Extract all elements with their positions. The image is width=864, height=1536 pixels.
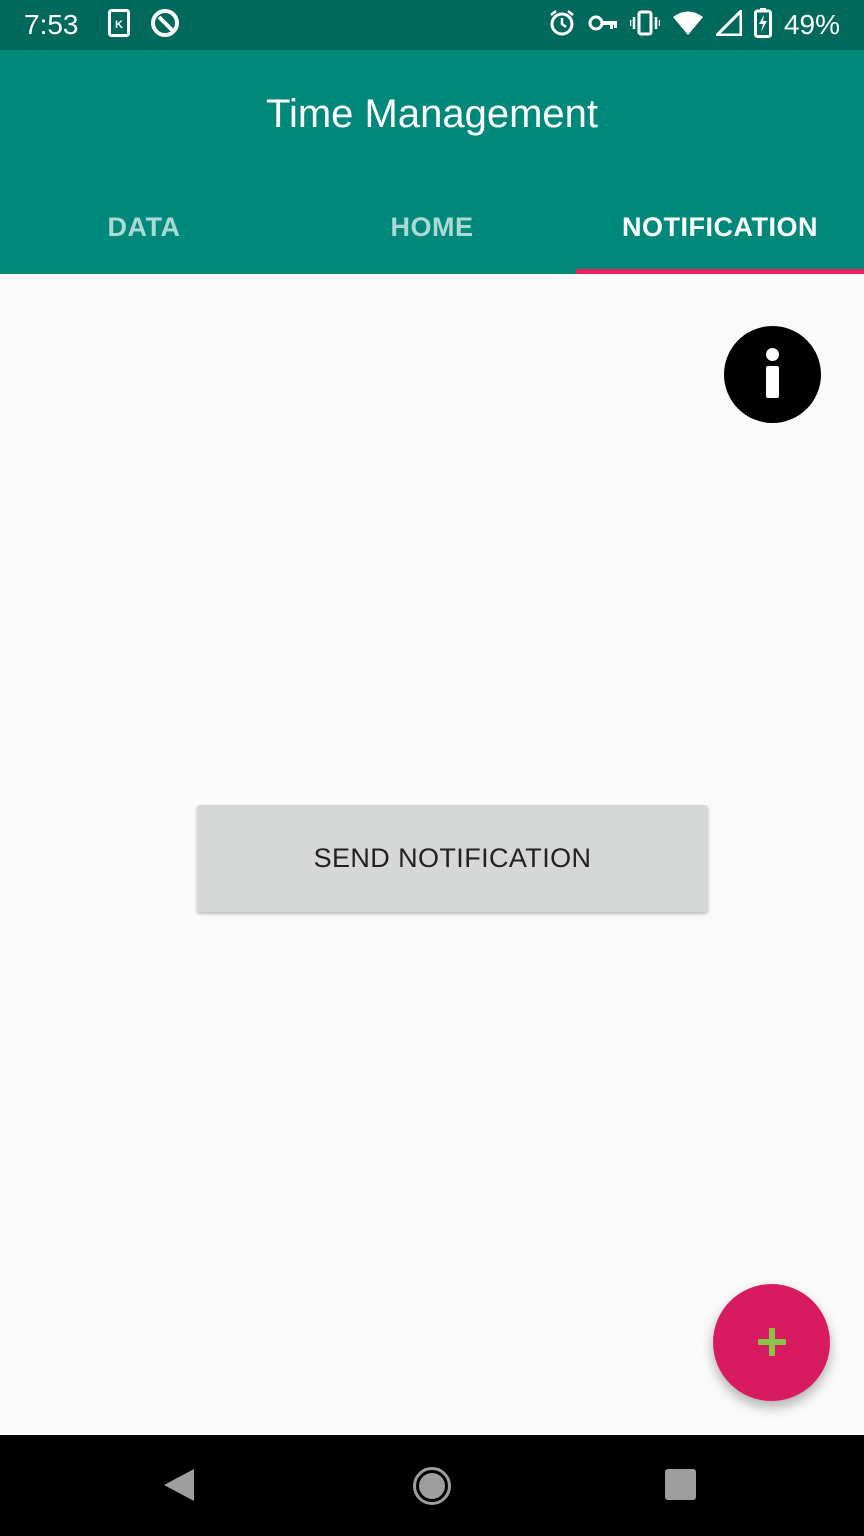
tab-notification-label: NOTIFICATION — [622, 212, 818, 242]
back-icon[interactable] — [162, 1467, 196, 1508]
svg-text:K: K — [115, 19, 123, 31]
wifi-icon — [672, 10, 704, 41]
info-icon-dot — [766, 348, 779, 361]
tab-home[interactable]: HOME — [288, 196, 576, 274]
send-notification-button[interactable]: SEND NOTIFICATION — [197, 805, 708, 912]
navigation-bar — [0, 1435, 864, 1536]
add-fab-button[interactable] — [713, 1284, 830, 1401]
recents-icon[interactable] — [665, 1469, 696, 1500]
status-bar: 7:53 K 49% — [0, 0, 864, 50]
alarm-icon — [548, 9, 576, 42]
plus-icon-vertical — [769, 1328, 775, 1356]
status-right-icons: 49% — [548, 7, 840, 43]
k-app-icon: K — [108, 8, 130, 42]
battery-percent: 49% — [783, 9, 840, 40]
vpn-key-icon — [588, 13, 618, 38]
vibrate-icon — [629, 9, 661, 42]
battery-charging-icon — [753, 7, 772, 43]
app-bar: Time Management DATA HOME NOTIFICATION — [0, 50, 864, 274]
status-time: 7:53 — [24, 9, 79, 40]
tab-notification[interactable]: NOTIFICATION — [576, 196, 864, 274]
q-app-icon — [150, 8, 180, 43]
status-left-icons: K — [108, 8, 180, 43]
info-icon[interactable] — [724, 326, 821, 423]
app-title: Time Management — [266, 92, 598, 136]
info-icon-stem — [766, 366, 779, 398]
home-icon[interactable] — [412, 1466, 452, 1511]
notification-page: SEND NOTIFICATION — [0, 274, 864, 1435]
tab-bar: DATA HOME NOTIFICATION — [0, 196, 864, 274]
cell-signal-icon — [715, 9, 743, 41]
tab-data[interactable]: DATA — [0, 196, 288, 274]
